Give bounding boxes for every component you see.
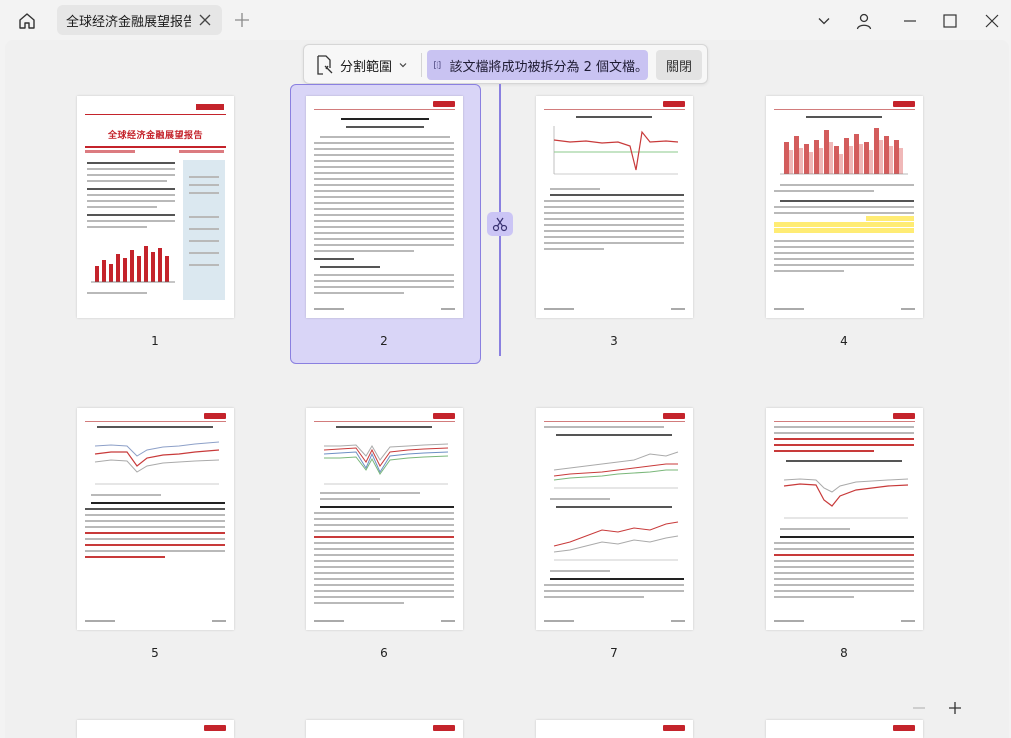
page-thumbnail-9[interactable] bbox=[77, 720, 234, 738]
split-pages-icon bbox=[434, 61, 441, 69]
zoom-in-button[interactable] bbox=[945, 698, 965, 718]
title-bar: 全球经济金融展望报告 bbox=[0, 0, 1011, 40]
split-document-icon bbox=[317, 55, 333, 75]
plus-icon[interactable] bbox=[233, 11, 251, 29]
page-number-3: 3 bbox=[610, 334, 618, 348]
page-thumbnail-5[interactable] bbox=[77, 408, 234, 630]
cover-bar-chart bbox=[91, 246, 175, 283]
tab-title: 全球经济金融展望报告 bbox=[66, 14, 191, 30]
page-thumbnail-11[interactable] bbox=[536, 720, 693, 738]
bank-logo bbox=[893, 725, 915, 731]
split-status-text: 該文檔將成功被拆分為 2 個文檔。 bbox=[449, 59, 648, 75]
page-number-8: 8 bbox=[840, 646, 848, 660]
account-button[interactable] bbox=[851, 8, 877, 34]
split-point-button[interactable] bbox=[487, 212, 513, 236]
line-chart bbox=[783, 478, 909, 519]
user-icon bbox=[856, 13, 872, 30]
split-toolbar: 分割範圍 該文檔將成功被拆分為 2 個文檔。 關閉 bbox=[303, 44, 708, 84]
zoom-out-button[interactable] bbox=[909, 698, 929, 718]
line-chart bbox=[323, 443, 449, 485]
line-chart bbox=[553, 451, 679, 489]
bank-logo bbox=[663, 413, 685, 419]
toolbar-divider bbox=[421, 53, 422, 77]
sidebar-panel bbox=[183, 160, 225, 300]
split-range-dropdown[interactable]: 分割範圍 bbox=[310, 50, 416, 80]
home-icon bbox=[19, 13, 35, 29]
bank-logo bbox=[663, 101, 685, 107]
chevron-down-icon bbox=[818, 18, 830, 25]
subtitle-mark bbox=[85, 150, 135, 153]
maximize-button[interactable] bbox=[937, 8, 963, 34]
page-number-7: 7 bbox=[610, 646, 618, 660]
minimize-icon bbox=[904, 20, 916, 22]
line-chart-2 bbox=[553, 521, 679, 561]
bar-chart bbox=[780, 128, 908, 175]
page-number-4: 4 bbox=[840, 334, 848, 348]
close-icon bbox=[985, 14, 999, 28]
split-range-label: 分割範圍 bbox=[340, 59, 393, 75]
bank-logo bbox=[204, 725, 226, 731]
page-thumbnail-3[interactable] bbox=[536, 96, 693, 318]
split-status-badge: 該文檔將成功被拆分為 2 個文檔。 bbox=[427, 50, 648, 80]
title-rule bbox=[85, 146, 226, 148]
minimize-button[interactable] bbox=[897, 8, 923, 34]
bank-logo bbox=[433, 413, 455, 419]
zoom-in-icon bbox=[949, 702, 961, 714]
page-number-2: 2 bbox=[380, 334, 388, 348]
home-button[interactable] bbox=[12, 7, 42, 35]
page-thumbnail-7[interactable] bbox=[536, 408, 693, 630]
zoom-out-icon bbox=[913, 707, 925, 709]
report-title: 全球经济金融展望报告 bbox=[107, 131, 203, 141]
document-tab[interactable]: 全球经济金融展望报告 bbox=[57, 5, 222, 35]
maximize-icon bbox=[943, 14, 957, 28]
scissors-icon bbox=[492, 217, 508, 232]
page-number-1: 1 bbox=[151, 334, 159, 348]
page-thumbnail-6[interactable] bbox=[306, 408, 463, 630]
bank-logo bbox=[433, 101, 455, 107]
bank-logo bbox=[204, 413, 226, 419]
bank-logo bbox=[893, 101, 915, 107]
page-thumbnail-10[interactable] bbox=[306, 720, 463, 738]
bank-logo bbox=[893, 413, 915, 419]
line-chart bbox=[553, 126, 679, 175]
close-icon[interactable] bbox=[198, 13, 212, 27]
header-rule bbox=[85, 114, 226, 115]
page-thumbnail-4[interactable] bbox=[766, 96, 923, 318]
page-thumbnail-1[interactable]: 全球经济金融展望报告 bbox=[77, 96, 234, 318]
page-thumbnail-2[interactable] bbox=[306, 96, 463, 318]
date-mark bbox=[179, 150, 224, 153]
page-number-6: 6 bbox=[380, 646, 388, 660]
line-chart bbox=[94, 441, 220, 485]
bank-logo bbox=[663, 725, 685, 731]
tab-list-button[interactable] bbox=[811, 8, 837, 34]
page-number-5: 5 bbox=[151, 646, 159, 660]
page-thumbnail-8[interactable] bbox=[766, 408, 923, 630]
window-close-button[interactable] bbox=[979, 8, 1005, 34]
chevron-down-icon bbox=[399, 63, 407, 68]
close-split-button[interactable]: 關閉 bbox=[656, 50, 702, 80]
bank-logo bbox=[433, 725, 455, 731]
page-thumbnail-12[interactable] bbox=[766, 720, 923, 738]
bank-logo bbox=[196, 104, 224, 110]
